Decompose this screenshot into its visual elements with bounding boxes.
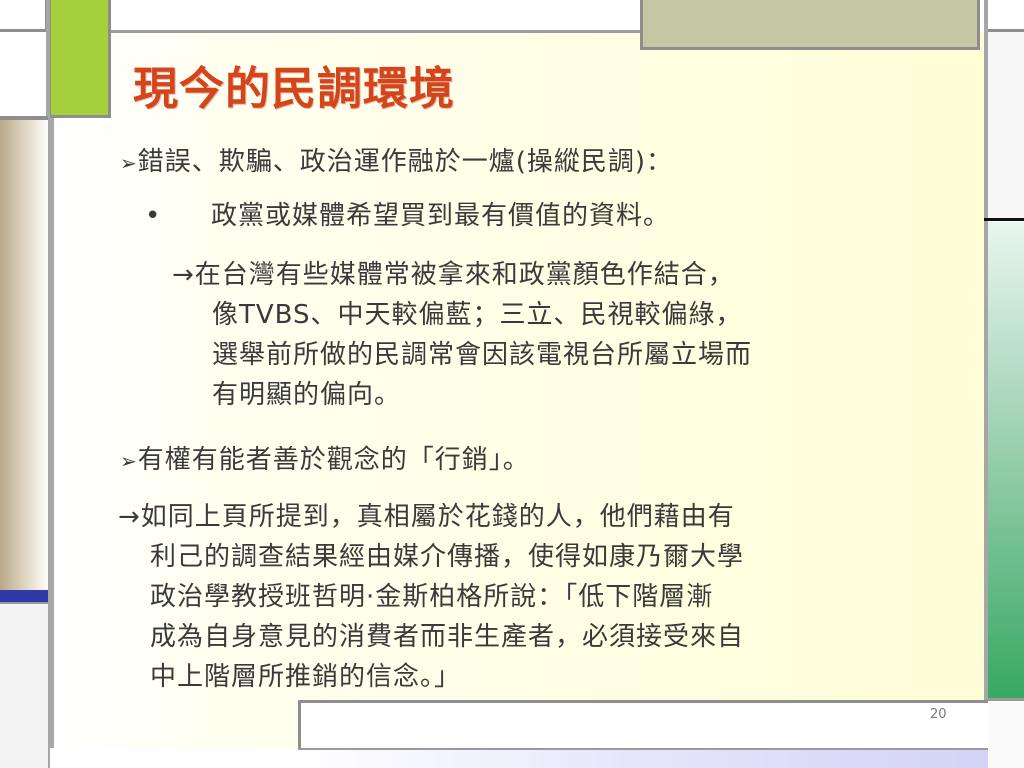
bullet-text: 錯誤、欺騙、政治運作融於一爐(操縱民調)：: [137, 147, 674, 177]
dot-bullet-icon: •: [145, 201, 162, 231]
arrowhead-bullet-icon: ➢: [120, 151, 138, 175]
sub-bullet-item: • 政黨或媒體希望買到最有價值的資料。: [145, 196, 670, 236]
arrow-paragraph-1: →在台灣有些媒體常被拿來和政黨顏色作結合， 像TVBS、中天較偏藍；三立、民視較…: [172, 255, 752, 415]
bullet-item-1: ➢錯誤、欺騙、政治運作融於一爐(操縱民調)：: [120, 142, 673, 183]
paragraph-line: →如同上頁所提到，真相屬於花錢的人，他們藉由有: [118, 502, 735, 532]
green-accent-block: [48, 0, 111, 118]
paragraph-line: 利己的調查結果經由媒介傳播，使得如康乃爾大學: [150, 542, 745, 572]
slide-title: 現今的民調環境: [133, 62, 456, 115]
frame-divider-black: [984, 218, 1024, 221]
frame-bottom-right: [988, 698, 1024, 768]
olive-accent-block: [640, 0, 980, 50]
paragraph-line: 中上階層所推銷的信念。」: [150, 662, 462, 692]
frame-bottom-left: [0, 602, 48, 768]
paragraph-line: →在台灣有些媒體常被拿來和政黨顏色作結合，: [172, 260, 735, 290]
lavender-footer-strip: [298, 748, 988, 768]
paragraph-line: 有明顯的偏向。: [212, 380, 402, 410]
paragraph-line: 選舉前所做的民調常會因該電視台所屬立場而: [212, 340, 753, 370]
gray-side-panel: [988, 32, 1024, 218]
green-side-panel: [988, 222, 1024, 698]
bullet-item-2: ➢有權有能者善於觀念的「行銷」。: [120, 440, 530, 481]
arrowhead-bullet-icon: ➢: [120, 449, 138, 473]
paragraph-line: 政治學教授班哲明·金斯柏格所說：「低下階層漸: [150, 582, 714, 612]
tan-side-panel: [0, 120, 48, 590]
paragraph-line: 像TVBS、中天較偏藍；三立、民視較偏綠，: [212, 300, 743, 330]
frame-corner-top-left: [0, 0, 48, 32]
bullet-text: 有權有能者善於觀念的「行銷」。: [137, 445, 530, 475]
arrow-paragraph-2: →如同上頁所提到，真相屬於花錢的人，他們藉由有 利己的調查結果經由媒介傳播，使得…: [118, 497, 744, 697]
page-number: 20: [930, 707, 947, 722]
blue-accent-strip: [0, 590, 48, 602]
frame-top-line: [111, 30, 641, 33]
paragraph-line: 成為自身意見的消費者而非生產者，必須接受來自: [150, 622, 745, 652]
frame-corner-top-right: [988, 0, 1024, 32]
sub-bullet-text: 政黨或媒體希望買到最有價值的資料。: [211, 201, 671, 231]
